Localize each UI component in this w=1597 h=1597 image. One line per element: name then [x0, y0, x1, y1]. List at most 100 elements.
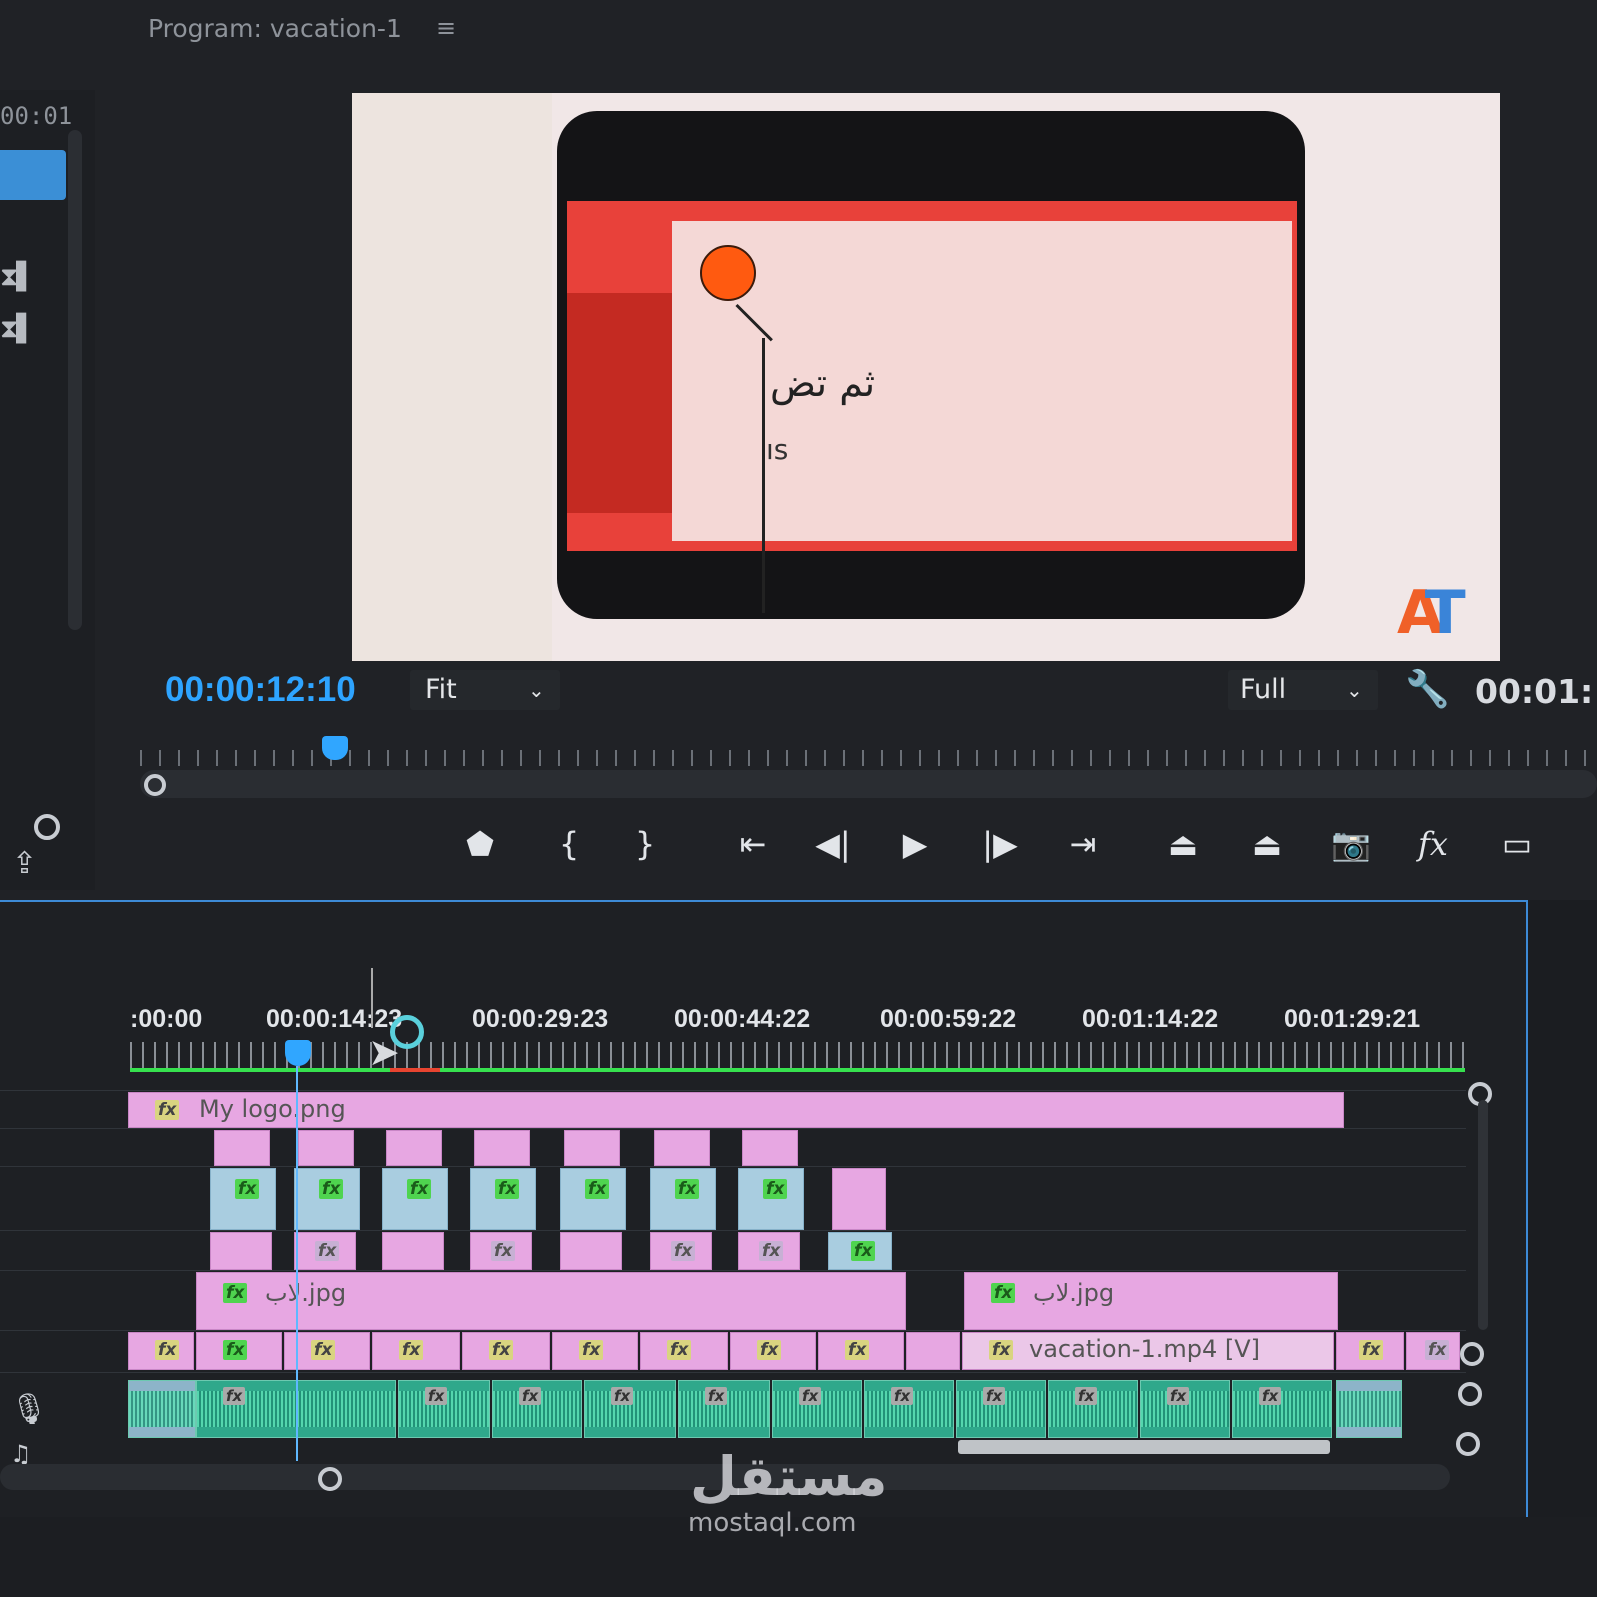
track-divider	[0, 1090, 1466, 1091]
fx-badge: fx	[579, 1340, 604, 1360]
zoom-level-select[interactable]: Fit ⌄	[410, 670, 560, 710]
timeline-clip[interactable]: fx	[650, 1168, 716, 1230]
timeline-clip[interactable]: fx	[1336, 1332, 1404, 1370]
timeline-clip[interactable]	[560, 1232, 622, 1270]
timeline-clip-image[interactable]: fx لاب.jpg	[964, 1272, 1338, 1330]
timeline-clip[interactable]: fx	[382, 1168, 448, 1230]
monitor-zoom-scrollbar[interactable]	[140, 770, 1597, 798]
hamburger-icon[interactable]: ≡	[436, 14, 456, 42]
timeline-clip[interactable]	[742, 1130, 798, 1166]
extract-icon[interactable]: ⏏	[1242, 820, 1292, 868]
timeline-clip[interactable]: fx	[470, 1232, 532, 1270]
step-back-icon[interactable]: ◀|	[808, 820, 858, 868]
timeline-clip-logo[interactable]: fx My logo.png	[128, 1092, 1344, 1128]
audio-clip[interactable]	[128, 1380, 196, 1438]
export-frame-icon[interactable]: 📷	[1326, 820, 1376, 868]
source-trim-icon[interactable]: ⧗▌	[0, 314, 66, 344]
fx-badge: fx	[983, 1387, 1006, 1405]
export-icon[interactable]: ⇪	[12, 846, 37, 881]
timeline-clip[interactable]	[382, 1232, 444, 1270]
fx-icon[interactable]: fx	[1408, 820, 1458, 868]
overlay-sub-text: ıs	[766, 433, 789, 466]
zoom-handle[interactable]	[144, 774, 166, 796]
timeline-clip[interactable]: fx	[294, 1168, 360, 1230]
timeline-clip-video[interactable]: fx vacation-1.mp4 [V]	[962, 1332, 1334, 1370]
timeline-clip[interactable]: fx	[128, 1332, 194, 1370]
timeline-clip[interactable]: fx	[372, 1332, 460, 1370]
timeline-ruler-ticks[interactable]	[130, 1042, 1465, 1068]
fx-badge: fx	[989, 1340, 1014, 1360]
audio-clip[interactable]: fx	[1048, 1380, 1138, 1438]
source-playhead-clip[interactable]	[0, 150, 66, 200]
audio-clip[interactable]: fx	[1140, 1380, 1230, 1438]
microphone-icon[interactable]: 🎙	[10, 1392, 48, 1427]
timeline-clip[interactable]	[214, 1130, 270, 1166]
add-marker-icon[interactable]: ⬟	[455, 820, 505, 868]
audio-clip[interactable]: fx	[956, 1380, 1046, 1438]
mark-in-icon[interactable]: {	[544, 820, 594, 868]
timeline-vertical-scrollbar[interactable]	[1478, 1100, 1488, 1330]
timeline-clip[interactable]: fx	[210, 1168, 276, 1230]
timeline-clip[interactable]	[210, 1232, 272, 1270]
timeline-clip[interactable]: fx	[730, 1332, 816, 1370]
timeline-clip[interactable]: fx	[470, 1168, 536, 1230]
monitor-time-ruler[interactable]	[140, 736, 1597, 768]
timeline-clip[interactable]	[906, 1332, 960, 1370]
audio-clip[interactable]: fx	[678, 1380, 770, 1438]
timeline-playhead[interactable]	[285, 1040, 311, 1066]
go-to-in-icon[interactable]: ⇤	[728, 820, 778, 868]
timeline-clip[interactable]: fx	[738, 1232, 800, 1270]
annotation-marker-line	[762, 338, 765, 613]
timeline-clip[interactable]: fx	[828, 1232, 892, 1270]
track-toggle[interactable]	[1458, 1382, 1482, 1406]
timeline-clip[interactable]	[564, 1130, 620, 1166]
ruler-label: 00:01:29:21	[1284, 1005, 1421, 1033]
timeline-clip[interactable]	[386, 1130, 442, 1166]
timeline-clip-image[interactable]: fx لاب.jpg	[196, 1272, 906, 1330]
fx-badge: fx	[235, 1179, 260, 1199]
monitor-playhead[interactable]	[322, 736, 348, 760]
timeline-clip[interactable]: fx	[462, 1332, 550, 1370]
timeline-clip[interactable]	[474, 1130, 530, 1166]
timeline-clip[interactable]	[298, 1130, 354, 1166]
track-toggle[interactable]	[1460, 1342, 1484, 1366]
timeline-clip[interactable]	[832, 1168, 886, 1230]
zoom-handle[interactable]	[34, 814, 60, 840]
go-to-out-icon[interactable]: ⇥	[1058, 820, 1108, 868]
step-forward-icon[interactable]: |▶	[975, 820, 1025, 868]
fx-badge: fx	[155, 1340, 180, 1360]
source-scrollbar[interactable]	[68, 130, 82, 630]
timeline-clip[interactable]: fx	[818, 1332, 904, 1370]
fx-badge: fx	[155, 1100, 180, 1120]
timeline-clip[interactable]: fx	[294, 1232, 356, 1270]
track-toggle[interactable]	[1456, 1432, 1480, 1456]
source-trim-icon[interactable]: ⧗▌	[0, 262, 66, 292]
audio-clip[interactable]: fx	[398, 1380, 490, 1438]
timeline-clip[interactable]: fx	[552, 1332, 638, 1370]
safe-margins-icon[interactable]: ▭	[1492, 820, 1542, 868]
audio-clip[interactable]: fx	[864, 1380, 954, 1438]
zoom-handle[interactable]	[318, 1467, 342, 1491]
timeline-clip[interactable]	[654, 1130, 710, 1166]
resolution-select[interactable]: Full ⌄	[1228, 670, 1378, 710]
fx-badge: fx	[1359, 1340, 1384, 1360]
timeline-clip[interactable]: fx	[738, 1168, 804, 1230]
chevron-down-icon: ⌄	[528, 678, 545, 702]
audio-clip[interactable]: fx	[492, 1380, 582, 1438]
audio-clip-lower[interactable]	[958, 1440, 1330, 1454]
audio-clip[interactable]	[1336, 1380, 1402, 1438]
panel-title[interactable]: Program: vacation-1	[148, 14, 402, 43]
timeline-clip[interactable]: fx	[1406, 1332, 1460, 1370]
audio-clip[interactable]: fx	[1232, 1380, 1332, 1438]
mark-out-icon[interactable]: }	[620, 820, 670, 868]
timeline-clip[interactable]: fx	[650, 1232, 712, 1270]
lift-icon[interactable]: ⏏	[1158, 820, 1208, 868]
timeline-clip[interactable]: fx	[560, 1168, 626, 1230]
audio-clip[interactable]: fx	[584, 1380, 676, 1438]
playhead-timecode[interactable]: 00:00:12:10	[165, 670, 356, 710]
timeline-clip[interactable]: fx	[196, 1332, 282, 1370]
play-icon[interactable]: ▶	[890, 820, 940, 868]
wrench-icon[interactable]: 🔧	[1405, 668, 1450, 710]
timeline-clip[interactable]: fx	[640, 1332, 728, 1370]
audio-clip[interactable]: fx	[772, 1380, 862, 1438]
